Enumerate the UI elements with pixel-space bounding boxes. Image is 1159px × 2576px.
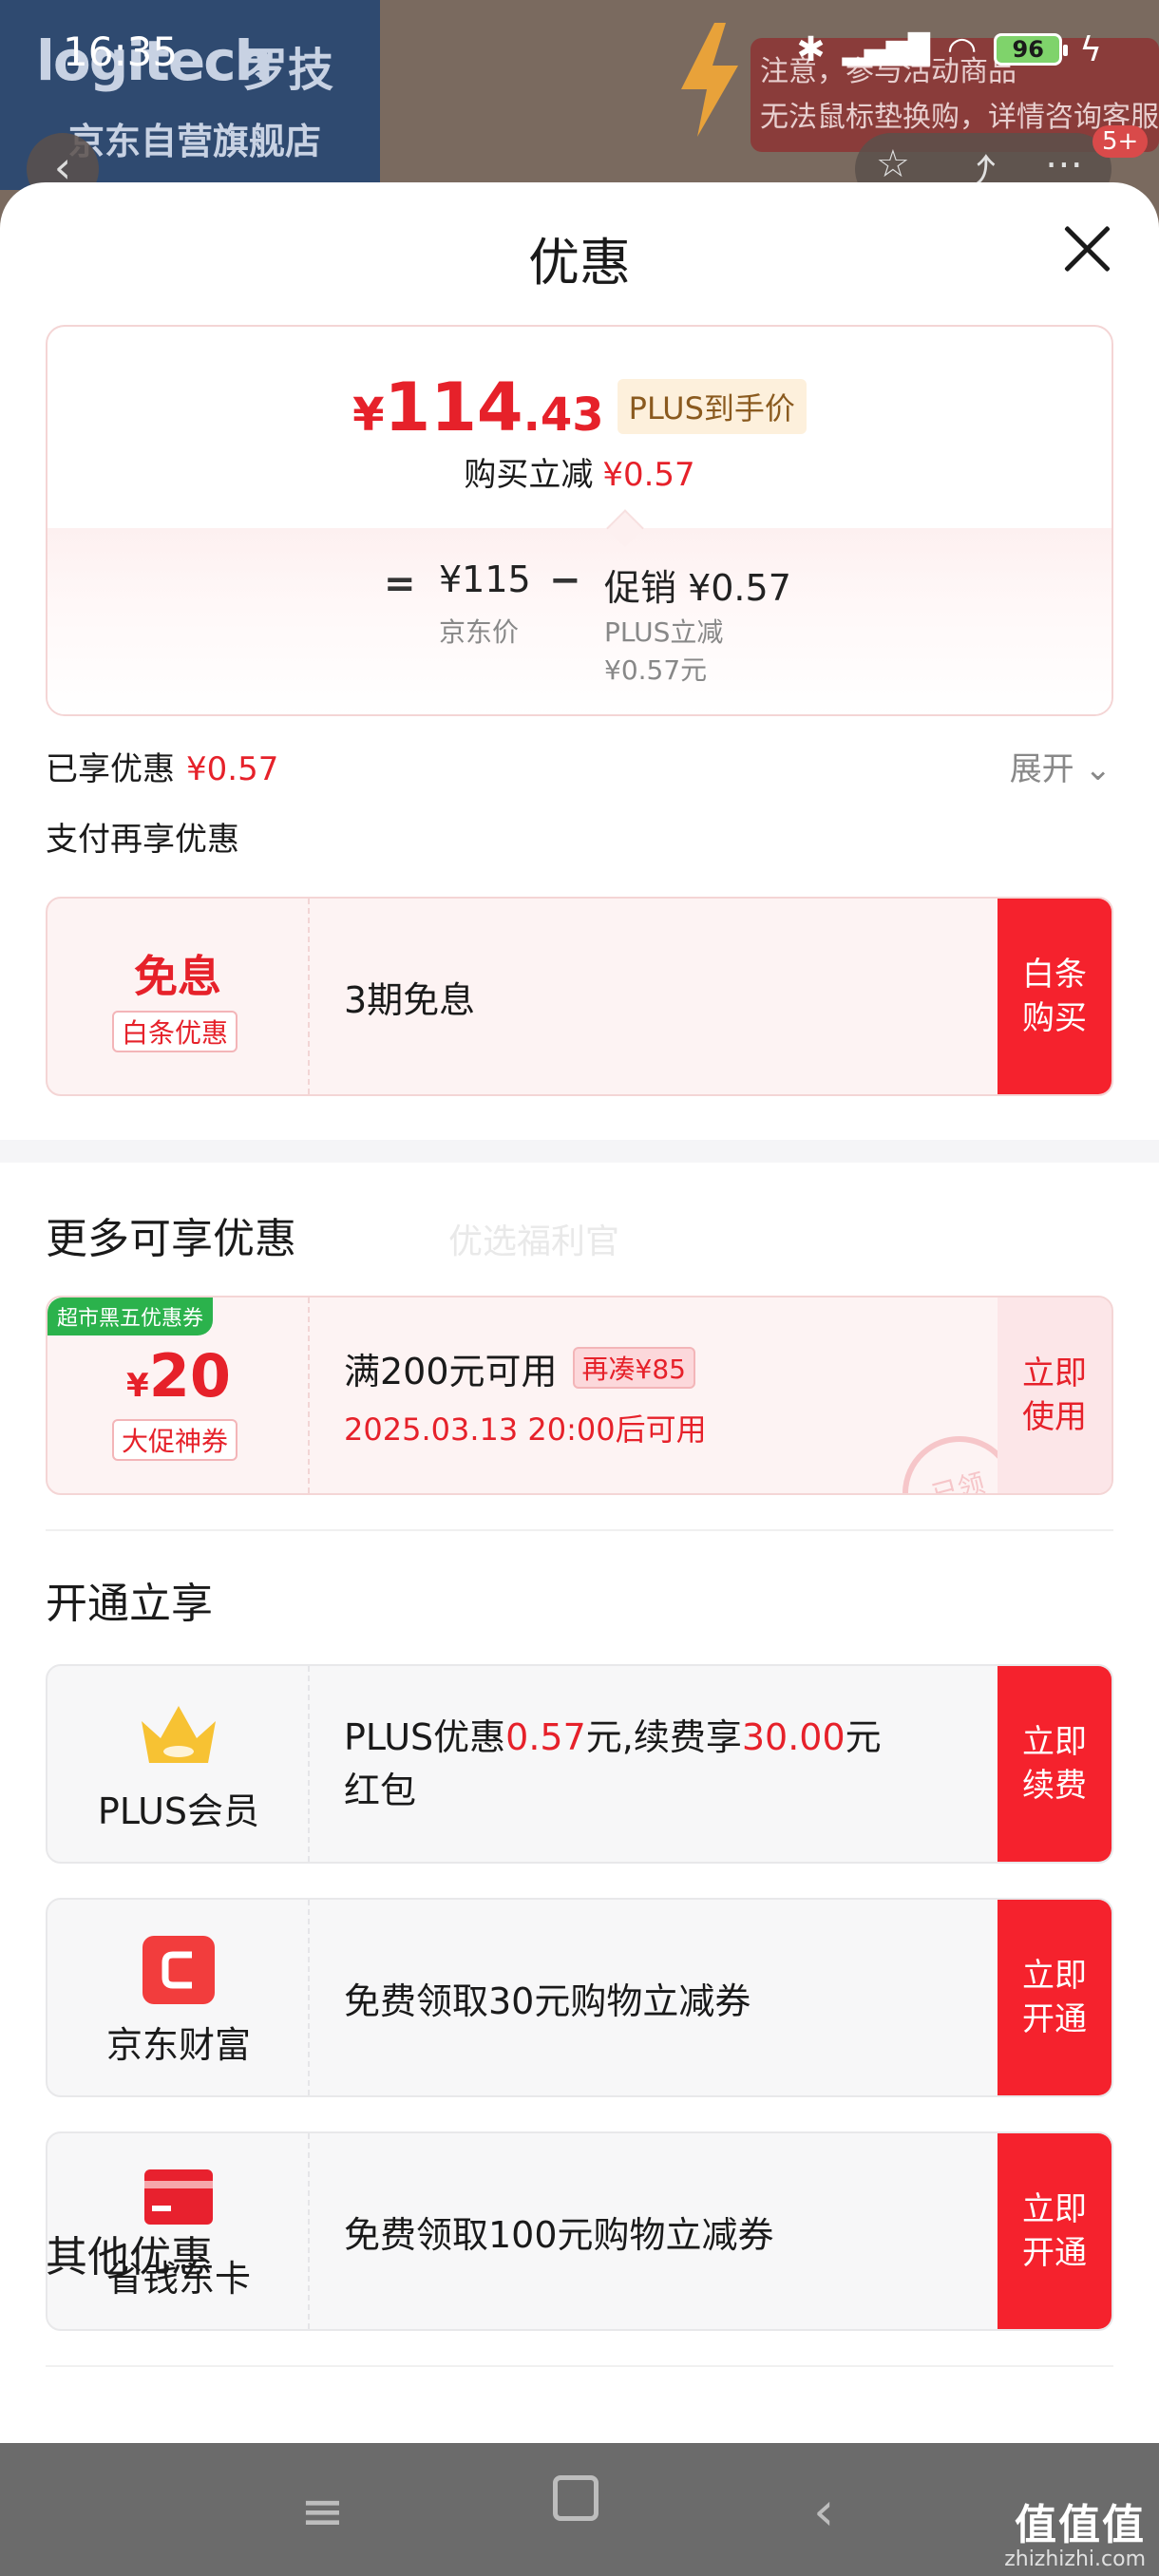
crown-icon — [142, 1706, 216, 1763]
more-discounts-title: 更多可享优惠 — [46, 1215, 296, 1263]
plus-icon-box — [48, 1700, 310, 1772]
savings-text: 免费领取100元购物立减券 — [344, 2213, 774, 2256]
coupon-card: ¥20 大促神券 超市黑五优惠券 满200元可用 再凑¥85 2025.03.1… — [46, 1296, 1113, 1495]
star-icon[interactable]: ☆ — [876, 142, 910, 186]
baitiao-tag: 白条优惠 — [112, 1011, 238, 1052]
use-coupon-button[interactable]: 立即使用 — [998, 1297, 1112, 1493]
interest-free-card: 免息 白条优惠 3期免息 白条购买 — [46, 897, 1113, 1096]
home-icon[interactable] — [553, 2475, 598, 2521]
plus-member-card: PLUS会员 PLUS优惠0.57元,续费享30.00元 红包 立即续费 — [46, 1664, 1113, 1864]
interest-free-left: 免息 白条优惠 — [48, 899, 310, 1094]
status-time: 16:35 — [63, 28, 179, 75]
status-bar: 16:35 ✱ ▂▄▆█ ◠ 96 ϟ — [0, 0, 1159, 95]
charging-icon: ϟ — [1079, 29, 1102, 69]
interest-free-label: 免息 — [134, 951, 221, 1002]
instant-discount: 购买立减 ¥0.57 — [464, 456, 695, 494]
signal-icon: ▂▄▆█ — [842, 32, 930, 66]
battery-icon: 96 — [994, 33, 1069, 66]
pay-more-title: 支付再享优惠 — [46, 821, 239, 859]
open-benefits-title: 开通立享 — [46, 1580, 213, 1628]
section-divider — [0, 1140, 1159, 1163]
status-icons: ✱ ▂▄▆█ ◠ 96 ϟ — [796, 28, 1102, 70]
price-summary-card: ¥114.43 PLUS到手价 购买立减 ¥0.57 = ¥115 京东价 − 促… — [46, 325, 1113, 716]
promo-type: PLUS立减 — [604, 616, 724, 648]
renew-plus-button[interactable]: 立即续费 — [998, 1666, 1112, 1862]
promo-value: ¥0.57元 — [604, 654, 708, 686]
coupon-amount: ¥20 — [126, 1341, 231, 1411]
plus-text: PLUS优惠0.57元,续费享30.00元 红包 — [344, 1716, 882, 1811]
divider-line-2 — [46, 2365, 1113, 2367]
menu-icon[interactable]: ≡ — [300, 2481, 345, 2543]
wealth-mid: 免费领取30元购物立减券 — [344, 1900, 750, 2095]
chevron-down-icon: ⌄ — [1084, 750, 1112, 788]
plus-price-tag: PLUS到手价 — [617, 379, 807, 434]
wifi-icon: ◠ — [946, 29, 978, 69]
message-badge: 5+ — [1092, 125, 1149, 158]
back-icon[interactable]: ‹ — [813, 2481, 834, 2543]
jd-price: ¥115 — [439, 559, 531, 600]
coupon-extra-tag: 再凑¥85 — [572, 1347, 695, 1389]
close-icon[interactable] — [1062, 224, 1112, 274]
card-icon — [144, 2169, 213, 2225]
coupon-mid: 满200元可用 再凑¥85 2025.03.13 20:00后可用 — [344, 1297, 707, 1493]
plus-left: PLUS会员 — [48, 1666, 310, 1862]
system-navbar: ≡ ‹ — [0, 2443, 1159, 2576]
jd-price-label: 京东价 — [439, 616, 520, 648]
coupon-condition: 满200元可用 — [344, 1350, 558, 1392]
site-watermark-url: zhizhizhi.com — [1004, 2548, 1146, 2571]
bluetooth-icon: ✱ — [796, 29, 826, 69]
wealth-icon-box — [48, 1934, 310, 2006]
savings-mid: 免费领取100元购物立减券 — [344, 2133, 774, 2329]
divider-line — [46, 1529, 1113, 1531]
enjoyed-discount: 已享优惠 ¥0.57 — [46, 750, 279, 788]
coupon-tag: 大促神券 — [112, 1419, 238, 1461]
open-savings-button[interactable]: 立即开通 — [998, 2133, 1112, 2329]
interest-free-text: 3期免息 — [344, 978, 476, 1021]
sheet-title: 优惠 — [528, 233, 631, 293]
plus-mid: PLUS优惠0.57元,续费享30.00元 红包 — [344, 1666, 990, 1862]
baitiao-buy-button[interactable]: 白条购买 — [998, 899, 1112, 1094]
wealth-label: 京东财富 — [105, 2024, 251, 2066]
equals-sign: = — [384, 562, 416, 606]
other-discounts-title: 其他优惠 — [46, 2233, 213, 2282]
open-wealth-button[interactable]: 立即开通 — [998, 1900, 1112, 2095]
site-watermark-logo: 值值值 — [1015, 2501, 1146, 2549]
final-price: ¥114.43 — [352, 369, 604, 446]
savings-icon-box — [48, 2168, 310, 2226]
wealth-text: 免费领取30元购物立减券 — [344, 1979, 751, 2022]
final-price-row: ¥114.43 PLUS到手价 — [48, 369, 1112, 446]
more-icon[interactable]: ⋯ — [1045, 142, 1083, 186]
discount-sheet: 优惠 ¥114.43 PLUS到手价 购买立减 ¥0.57 = ¥115 京东价 … — [0, 182, 1159, 2443]
coupon-date: 2025.03.13 20:00后可用 — [344, 1411, 707, 1448]
promo-amount: 促销 ¥0.57 — [604, 567, 791, 609]
store-name: 京东自营旗舰店 — [68, 121, 322, 162]
interest-free-mid: 3期免息 — [344, 899, 475, 1094]
coupon-corner-tag: 超市黑五优惠券 — [48, 1297, 214, 1335]
expand-button[interactable]: 展开 ⌄ — [1010, 743, 1112, 789]
price-breakdown — [48, 528, 1112, 714]
wealth-left: 京东财富 — [48, 1900, 310, 2095]
watermark-text: 优选福利官 — [448, 1222, 620, 1261]
wallet-icon — [142, 1936, 215, 2004]
jd-wealth-card: 京东财富 免费领取30元购物立减券 立即开通 — [46, 1898, 1113, 2097]
plus-label: PLUS会员 — [97, 1790, 260, 1832]
minus-sign: − — [549, 559, 581, 602]
coupon-condition-line: 满200元可用 再凑¥85 — [344, 1342, 707, 1394]
